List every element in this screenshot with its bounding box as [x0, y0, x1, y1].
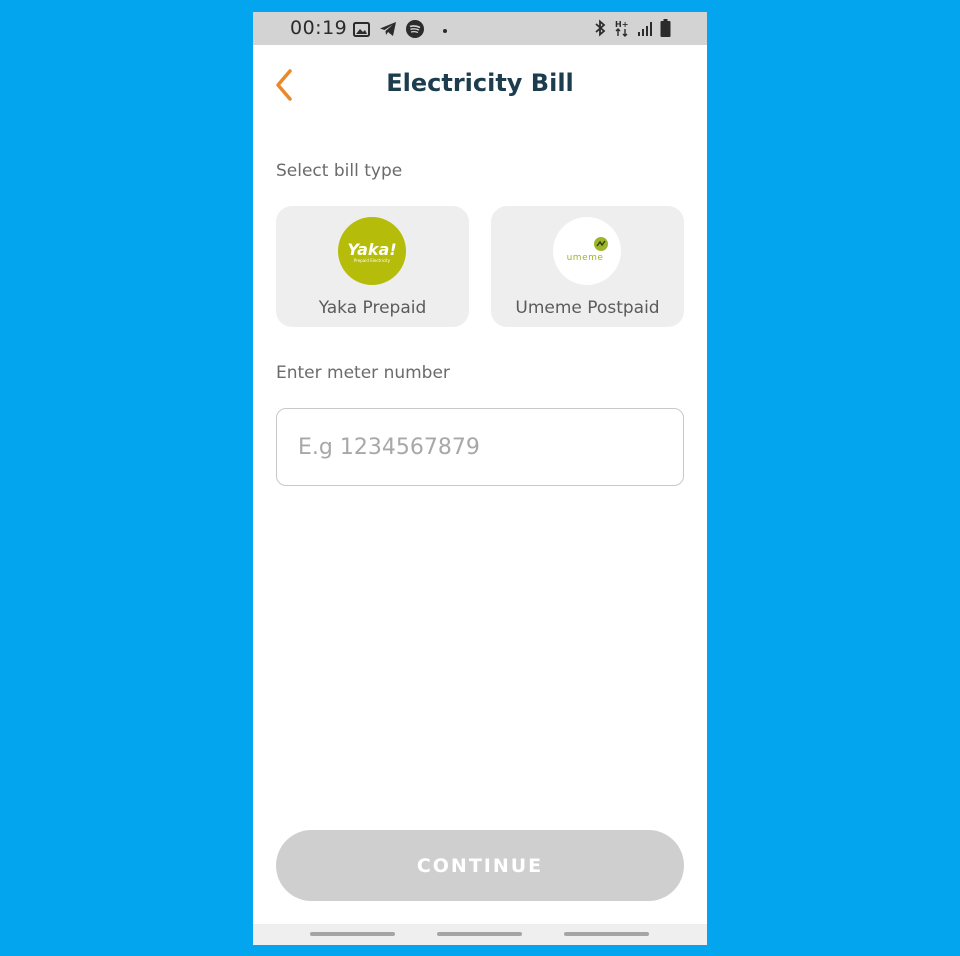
network-hplus-icon: H+ [614, 19, 630, 41]
status-bar: 00:19 H+ [253, 12, 707, 45]
status-notification-icons [353, 20, 447, 42]
svg-text:H+: H+ [615, 20, 628, 29]
bill-type-label: Select bill type [276, 161, 403, 181]
signal-icon [637, 21, 653, 40]
yaka-logo-subtext: Prepaid Electricity [354, 258, 391, 263]
bill-option-name: Yaka Prepaid [318, 298, 427, 318]
nav-back[interactable] [564, 932, 649, 936]
yaka-logo: Yaka! Prepaid Electricity [338, 217, 406, 285]
meter-number-input[interactable] [276, 408, 684, 486]
yaka-logo-text: Yaka! [347, 240, 396, 259]
bill-option-yaka-prepaid[interactable]: Yaka! Prepaid Electricity Yaka Prepaid [276, 206, 469, 327]
meter-number-label: Enter meter number [276, 363, 450, 383]
nav-recent-apps[interactable] [310, 932, 395, 936]
header: Electricity Bill [253, 45, 707, 127]
umeme-logo-text: umeme [567, 253, 604, 263]
image-icon [353, 21, 370, 41]
status-system-icons: H+ [593, 19, 671, 41]
umeme-logo: umeme [553, 217, 621, 285]
bill-option-umeme-postpaid[interactable]: umeme Umeme Postpaid [491, 206, 684, 327]
status-time: 00:19 [290, 17, 348, 39]
dot-icon [443, 29, 447, 33]
nav-home[interactable] [437, 932, 522, 936]
continue-button[interactable]: CONTINUE [276, 830, 684, 901]
bluetooth-icon [593, 19, 607, 41]
bill-option-name: Umeme Postpaid [515, 298, 660, 318]
page-title: Electricity Bill [386, 69, 574, 97]
telegram-icon [379, 21, 397, 41]
phone-screen: 00:19 H+ Electricity Bill Select bill ty… [253, 12, 707, 945]
battery-icon [660, 19, 671, 41]
spotify-icon [406, 20, 424, 42]
system-navigation-bar [253, 924, 707, 945]
